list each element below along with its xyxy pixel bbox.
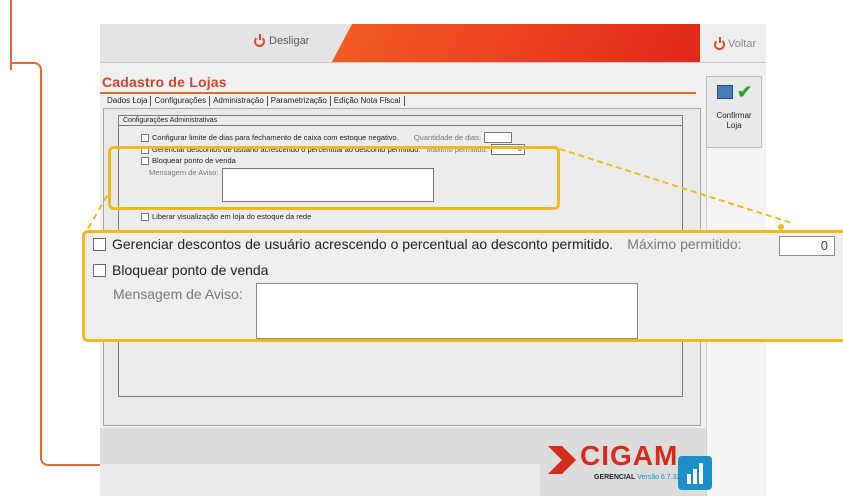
group-title: Configurações Administrativas <box>119 116 682 126</box>
confirm-label: Confirmar Loja <box>707 111 761 131</box>
bottom-status-area <box>100 464 540 496</box>
brand-subtitle: GERENCIAL Versão 6.7.3270 <box>594 474 688 481</box>
qty-days-label: Quantidade de dias: <box>413 133 481 142</box>
callout-block-pos-label: Bloquear ponto de venda <box>112 262 269 278</box>
power-icon <box>714 36 725 50</box>
voltar-label: Voltar <box>728 38 757 50</box>
network-stock-checkbox[interactable] <box>141 212 149 221</box>
brand-logo: CIGAM GERENCIAL Versão 6.7.3270 <box>536 440 766 496</box>
setting-row-network-stock: Liberar visualização em loja do estoque … <box>141 212 311 221</box>
tab-configuracoes[interactable]: Configurações <box>151 96 211 106</box>
connector-line <box>40 80 42 460</box>
callout-block-pos-checkbox[interactable] <box>93 263 106 277</box>
tab-edicao-nota-fiscal[interactable]: Edição Nota Fiscal <box>331 96 405 106</box>
callout-row-discounts: Gerenciar descontos de usuário acrescend… <box>93 236 742 252</box>
check-icon: ✔ <box>737 82 753 102</box>
qty-days-input[interactable] <box>483 132 512 143</box>
callout-row-block-pos: Bloquear ponto de venda <box>93 262 268 278</box>
tab-administracao[interactable]: Administração <box>210 96 268 106</box>
connector-line <box>10 62 42 84</box>
confirm-label-line1: Confirmar <box>716 111 752 120</box>
highlight-box <box>108 146 560 210</box>
confirm-label-line2: Loja <box>726 121 742 130</box>
top-bar-accent <box>331 24 732 62</box>
voltar-button[interactable]: Voltar <box>714 36 757 50</box>
setting-row-days-limit: Configurar limite de dias para fechament… <box>141 132 512 143</box>
cigam-mark-icon <box>678 456 712 490</box>
tab-bar: Dados Loja Configurações Administração P… <box>104 96 405 106</box>
days-limit-checkbox[interactable] <box>141 133 149 142</box>
callout-warning-input[interactable] <box>256 283 638 339</box>
callout-warning-label: Mensagem de Aviso: <box>113 286 243 302</box>
callout-max-allowed-label: Máximo permitido: <box>627 236 742 252</box>
cigam-chevron-icon <box>548 446 576 474</box>
desligar-button[interactable]: Desligar <box>254 33 310 47</box>
brand-name: CIGAM <box>580 440 679 471</box>
connector-line <box>10 0 12 70</box>
network-stock-label: Liberar visualização em loja do estoque … <box>152 212 312 221</box>
confirm-store-button[interactable]: ✔ Confirmar Loja <box>706 76 762 148</box>
top-bar: Desligar Voltar <box>100 24 766 63</box>
tab-dados-loja[interactable]: Dados Loja <box>104 96 152 106</box>
power-icon <box>254 33 265 47</box>
desligar-label: Desligar <box>269 35 310 47</box>
tab-parametrizacao[interactable]: Parametrização <box>268 96 331 106</box>
edition-label: GERENCIAL <box>594 474 636 481</box>
confirm-icons: ✔ <box>717 82 753 102</box>
callout-max-allowed-input[interactable]: 0 <box>779 236 835 256</box>
zoom-callout: Gerenciar descontos de usuário acrescend… <box>82 230 843 342</box>
computer-icon <box>717 85 733 99</box>
callout-warning-row: Mensagem de Aviso: <box>113 286 243 302</box>
page-title: Cadastro de Lojas <box>102 74 227 90</box>
callout-discounts-checkbox[interactable] <box>93 237 106 251</box>
title-divider <box>100 92 696 94</box>
days-limit-label: Configurar limite de dias para fechament… <box>152 133 399 142</box>
callout-discounts-label: Gerenciar descontos de usuário acrescend… <box>112 236 614 252</box>
